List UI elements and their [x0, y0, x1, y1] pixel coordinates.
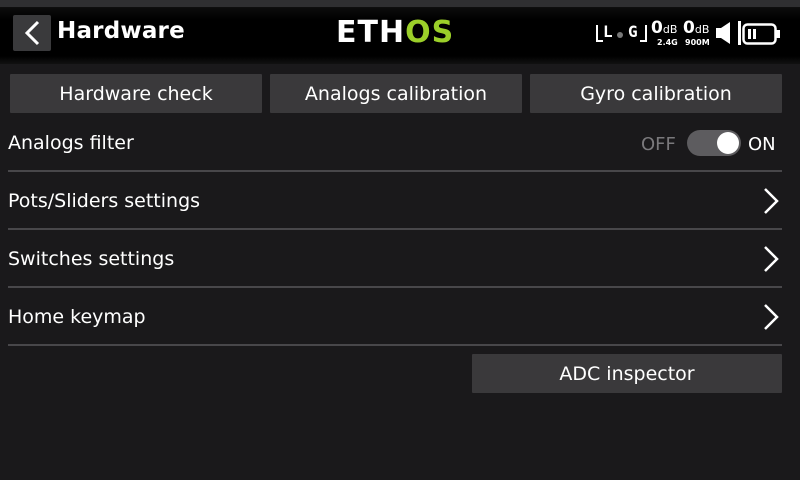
toggle-on-label: ON	[748, 134, 776, 155]
chevron-left-icon	[24, 20, 40, 46]
pots-sliders-label: Pots/Sliders settings	[8, 190, 201, 212]
logo-accent: OS	[405, 15, 455, 50]
rssi-900m-value: 0	[683, 18, 695, 38]
rssi-900m: 0dB 900M	[683, 18, 710, 47]
divider	[8, 170, 782, 172]
toggle-off-label: OFF	[641, 134, 676, 155]
chevron-right-icon	[764, 246, 779, 272]
ethos-logo: ETHOS	[336, 18, 454, 48]
hardware-check-label: Hardware check	[59, 82, 213, 105]
switches-settings-label: Switches settings	[8, 248, 175, 270]
chevron-right-icon	[764, 304, 779, 330]
home-keymap-label: Home keymap	[8, 306, 146, 328]
rssi-900m-band: 900M	[685, 38, 710, 47]
page-title: Hardware	[57, 18, 185, 44]
divider	[8, 286, 782, 288]
link-indicator-dot	[617, 32, 623, 38]
analogs-filter-label: Analogs filter	[8, 132, 134, 154]
hardware-check-button[interactable]: Hardware check	[10, 74, 262, 113]
rssi-2-4g-value: 0	[651, 18, 663, 38]
analogs-calibration-button[interactable]: Analogs calibration	[270, 74, 522, 113]
gyro-calibration-label: Gyro calibration	[580, 82, 732, 105]
antenna-left-label: L	[603, 22, 613, 41]
rssi-2-4g-band: 2.4G	[657, 38, 678, 47]
chevron-right-icon	[764, 188, 779, 214]
toggle-knob	[717, 132, 739, 154]
rssi-2-4g-unit: dB	[662, 23, 678, 36]
rssi-2-4g: 0dB 2.4G	[651, 18, 678, 47]
speaker-icon[interactable]	[714, 20, 736, 46]
rssi-900m-unit: dB	[694, 23, 710, 36]
analogs-calibration-label: Analogs calibration	[304, 82, 488, 105]
gyro-calibration-button[interactable]: Gyro calibration	[530, 74, 782, 113]
top-bar-edge	[0, 0, 800, 7]
back-button[interactable]	[13, 15, 51, 51]
adc-inspector-label: ADC inspector	[559, 362, 695, 385]
battery-icon	[742, 23, 780, 45]
divider	[8, 228, 782, 230]
antenna-right-label: G	[628, 22, 638, 41]
antenna-bracket-right-icon	[640, 25, 647, 42]
logo-main: ETH	[336, 15, 406, 50]
adc-inspector-button[interactable]: ADC inspector	[472, 354, 782, 393]
divider	[8, 344, 782, 346]
analogs-filter-toggle[interactable]	[687, 130, 741, 156]
